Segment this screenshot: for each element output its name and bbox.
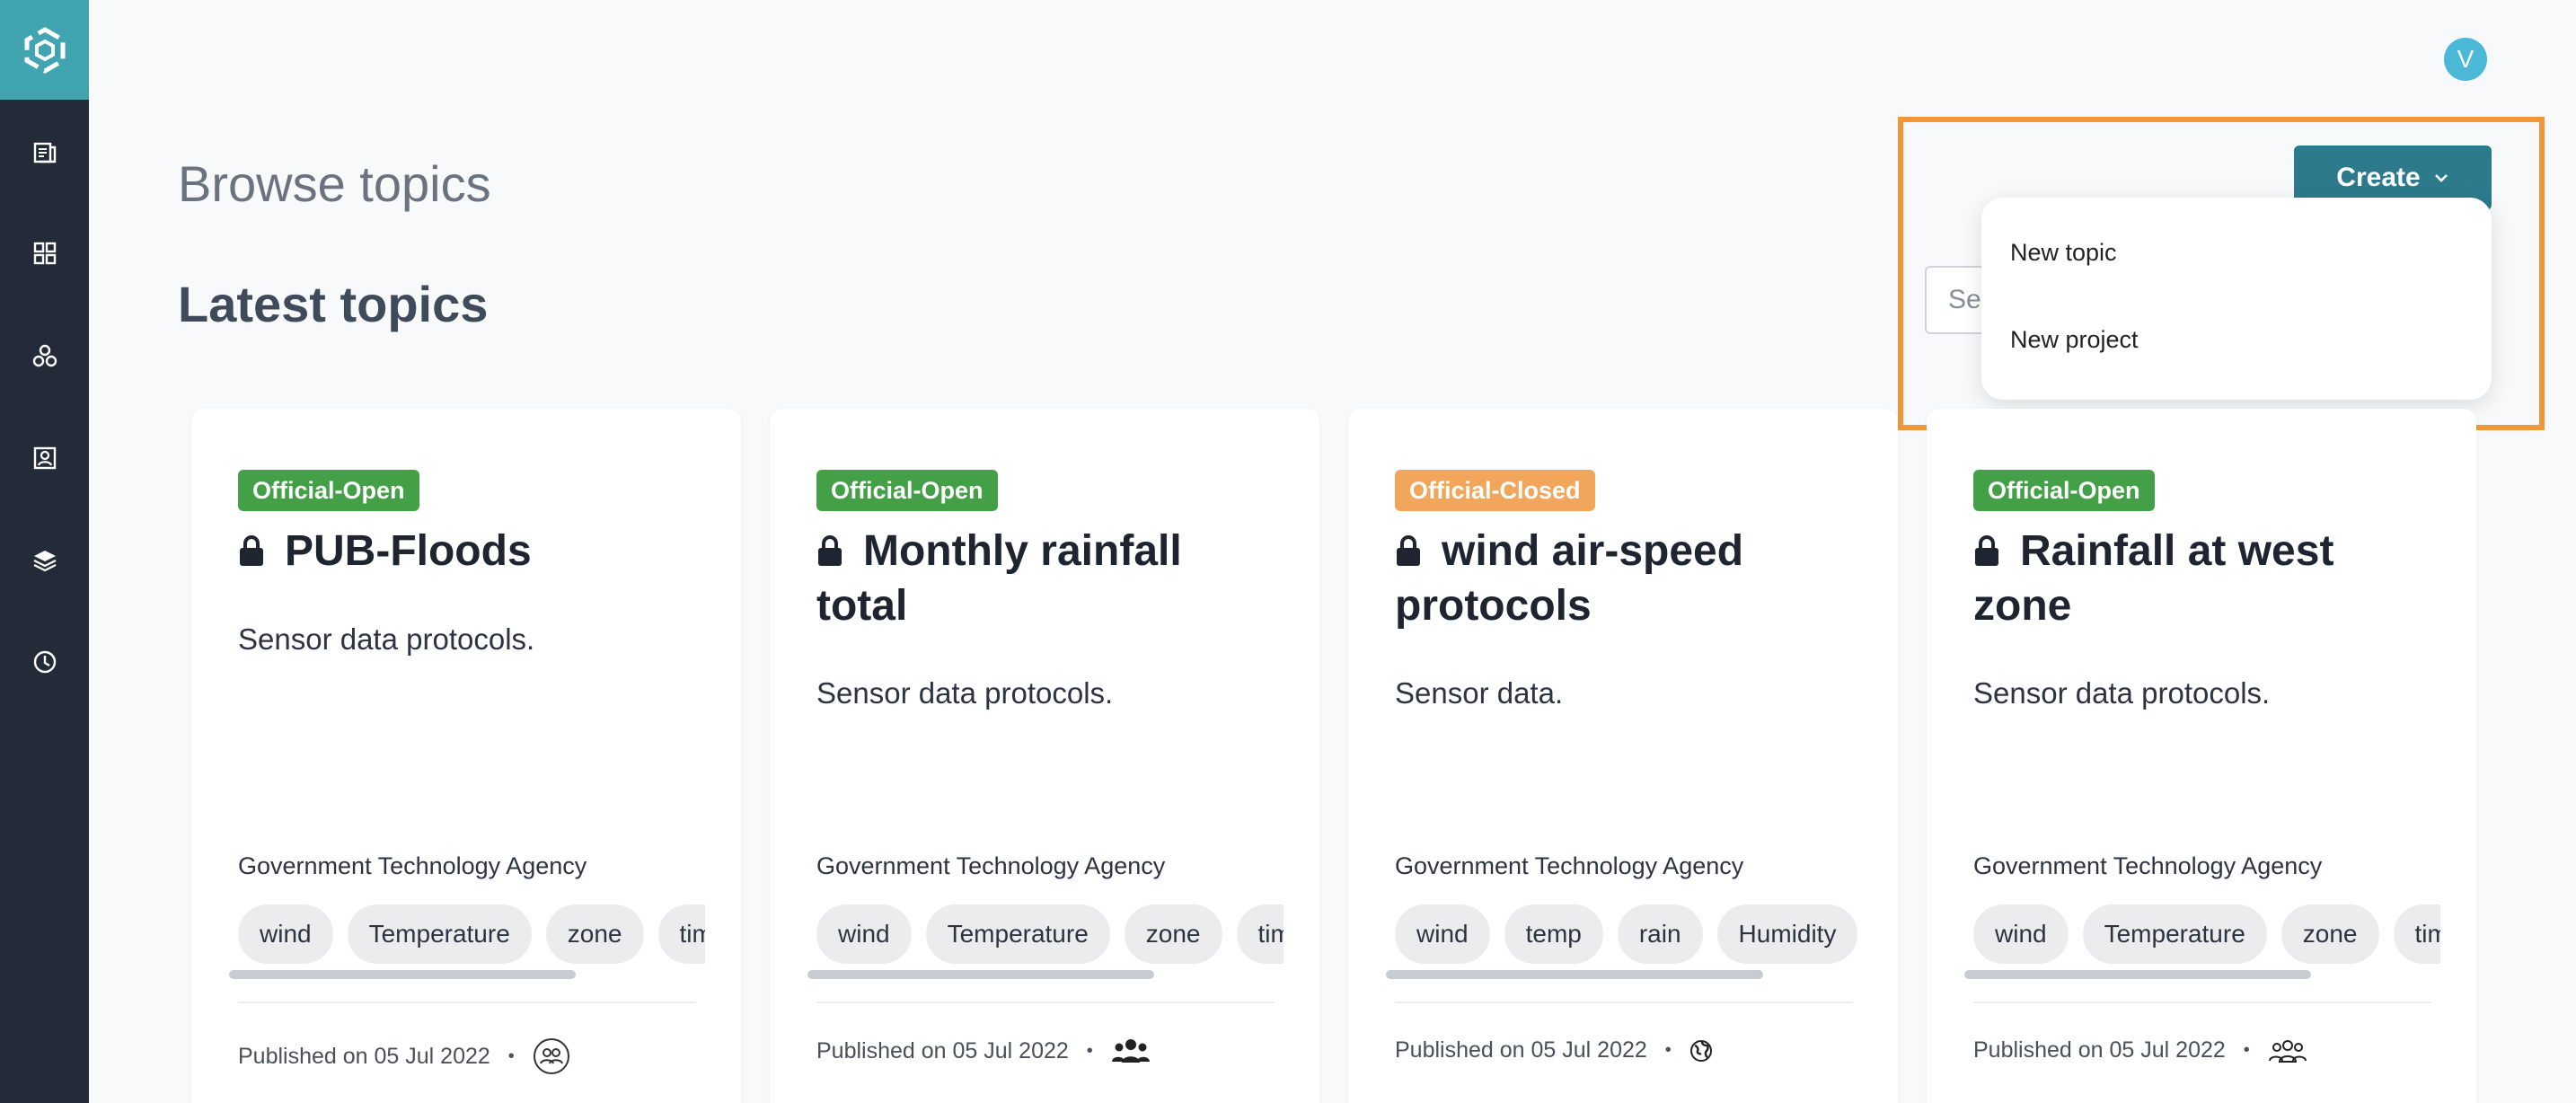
- tag[interactable]: wind: [816, 904, 912, 964]
- card-title-text: PUB-Floods: [285, 527, 532, 575]
- tag[interactable]: Humidity: [1716, 904, 1858, 964]
- tag-list: windTemperaturezone time: [1973, 904, 2440, 967]
- tag[interactable]: time: [657, 904, 705, 964]
- page-title: Browse topics: [178, 155, 491, 212]
- published-date: Published on 05 Jul 2022: [1395, 1037, 1647, 1063]
- create-dropdown-menu: New topic New project: [1981, 198, 2492, 400]
- group-filled-icon: [1111, 1039, 1150, 1063]
- card-agency: Government Technology Agency: [1395, 852, 1744, 879]
- separator-dot: •: [1664, 1040, 1672, 1060]
- card-title: wind air-speed protocols: [1395, 524, 1862, 633]
- menu-item-new-topic[interactable]: New topic: [2010, 239, 2117, 267]
- app-logo[interactable]: [0, 0, 89, 100]
- logo-icon: [24, 26, 65, 74]
- status-badge: Official-Open: [816, 470, 998, 511]
- tags-scrollbar[interactable]: [1964, 970, 2311, 979]
- tag[interactable]: temp: [1504, 904, 1603, 964]
- topic-card[interactable]: Official-Open PUB-Floods Sensor data pro…: [191, 409, 741, 1103]
- card-divider: [816, 1002, 1275, 1003]
- sidebar-item-dashboard[interactable]: [0, 221, 89, 286]
- grid-icon: [33, 242, 56, 265]
- topic-card[interactable]: Official-Open Rainfall at west zone Sens…: [1927, 409, 2476, 1103]
- app-root: V Browse topics Latest topics Create New…: [0, 0, 2576, 1103]
- card-footer: Published on 05 Jul 2022 •: [1395, 1037, 1713, 1063]
- card-divider: [238, 1002, 696, 1003]
- menu-item-new-project[interactable]: New project: [2010, 326, 2139, 354]
- group-outline-icon: [2268, 1039, 2307, 1063]
- tag[interactable]: zone: [2280, 904, 2379, 964]
- tag[interactable]: Temperature: [925, 904, 1110, 964]
- tag[interactable]: zone: [545, 904, 644, 964]
- tag[interactable]: rain: [1617, 904, 1703, 964]
- card-description: Sensor data.: [1395, 676, 1564, 710]
- sidebar-item-network[interactable]: [0, 323, 89, 388]
- card-agency: Government Technology Agency: [238, 852, 587, 879]
- tag[interactable]: wind: [238, 904, 333, 964]
- card-title-text: wind air-speed protocols: [1395, 527, 1744, 630]
- layers-icon: [33, 551, 56, 572]
- card-description: Sensor data protocols.: [1973, 676, 2271, 710]
- globe-icon: [1689, 1039, 1712, 1062]
- tags-scrollbar[interactable]: [229, 970, 576, 979]
- sidebar-item-layers[interactable]: [0, 527, 89, 592]
- lock-icon: [818, 535, 842, 566]
- tag[interactable]: zone: [1124, 904, 1222, 964]
- clock-icon: [33, 650, 56, 674]
- card-agency: Government Technology Agency: [1973, 852, 2323, 879]
- topic-card[interactable]: Official-Open Monthly rainfall total Sen…: [770, 409, 1319, 1103]
- card-title-text: Monthly rainfall total: [816, 527, 1182, 630]
- tag[interactable]: time: [1236, 904, 1284, 964]
- card-divider: [1395, 1002, 1853, 1003]
- network-icon: [32, 344, 57, 367]
- separator-dot: •: [1086, 1040, 1093, 1061]
- card-description: Sensor data protocols.: [238, 622, 535, 656]
- create-button-label: Create: [2336, 163, 2421, 192]
- tag[interactable]: wind: [1973, 904, 2069, 964]
- card-title: Monthly rainfall total: [816, 524, 1284, 633]
- sidebar-item-history[interactable]: [0, 630, 89, 694]
- card-title-text: Rainfall at west zone: [1973, 527, 2334, 630]
- sidebar-item-catalog[interactable]: [0, 119, 89, 184]
- user-avatar[interactable]: V: [2444, 38, 2487, 81]
- status-badge: Official-Open: [238, 470, 419, 511]
- sidebar: [0, 0, 89, 1103]
- card-footer: Published on 05 Jul 2022 •: [1973, 1037, 2307, 1063]
- status-badge: Official-Closed: [1395, 470, 1595, 511]
- lock-icon: [1975, 535, 1998, 566]
- card-footer: Published on 05 Jul 2022 •: [238, 1037, 570, 1075]
- status-badge: Official-Open: [1973, 470, 2155, 511]
- tag[interactable]: time: [2393, 904, 2440, 964]
- card-description: Sensor data protocols.: [816, 676, 1114, 710]
- published-date: Published on 05 Jul 2022: [816, 1037, 1069, 1063]
- published-date: Published on 05 Jul 2022: [1973, 1037, 2226, 1063]
- tag[interactable]: Temperature: [347, 904, 532, 964]
- lock-icon: [1397, 535, 1420, 566]
- tag-list: windTemperaturezone time: [238, 904, 705, 967]
- avatar-initial: V: [2457, 45, 2475, 73]
- sidebar-item-contacts[interactable]: [0, 426, 89, 490]
- tag-list: windTemperaturezone time: [816, 904, 1284, 967]
- tag[interactable]: wind: [1395, 904, 1490, 964]
- card-divider: [1973, 1002, 2431, 1003]
- catalog-icon: [33, 142, 56, 163]
- chevron-down-icon: [2434, 174, 2448, 182]
- card-title: PUB-Floods: [238, 524, 705, 578]
- contact-card-icon: [33, 446, 56, 470]
- tag[interactable]: Temperature: [2082, 904, 2267, 964]
- topic-card[interactable]: Official-Closed wind air-speed protocols…: [1348, 409, 1898, 1103]
- section-title: Latest topics: [178, 276, 489, 332]
- tags-scrollbar[interactable]: [807, 970, 1154, 979]
- separator-dot: •: [507, 1046, 515, 1066]
- card-agency: Government Technology Agency: [816, 852, 1166, 879]
- lock-icon: [240, 535, 263, 566]
- card-title: Rainfall at west zone: [1973, 524, 2440, 633]
- group-outline-icon: [533, 1038, 569, 1074]
- published-date: Published on 05 Jul 2022: [238, 1043, 490, 1069]
- card-footer: Published on 05 Jul 2022 •: [816, 1037, 1151, 1064]
- tags-scrollbar[interactable]: [1386, 970, 1763, 979]
- tag-list: wind temp rain Humidity: [1395, 904, 1862, 967]
- separator-dot: •: [2243, 1040, 2250, 1060]
